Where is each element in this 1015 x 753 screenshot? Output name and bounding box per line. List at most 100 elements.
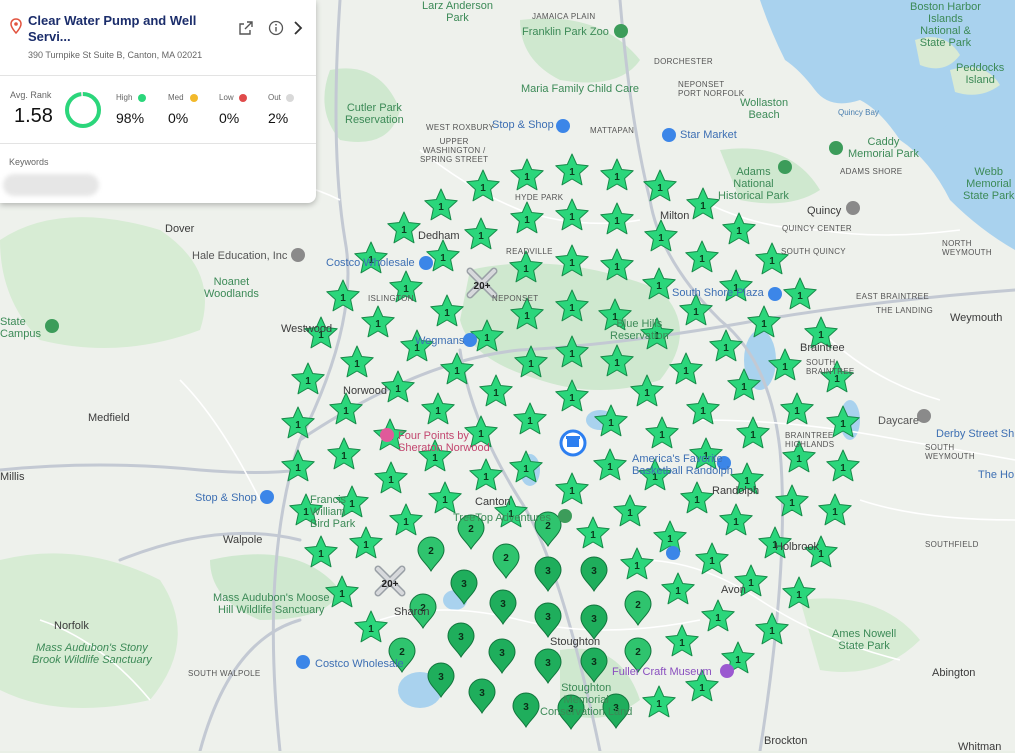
rank-star-value: 1	[318, 330, 324, 341]
rank-star-value: 1	[723, 343, 729, 354]
info-icon[interactable]	[268, 20, 284, 36]
rank-star-value: 1	[569, 486, 575, 497]
rank-star-value: 1	[569, 393, 575, 404]
daycare-icon	[917, 409, 931, 423]
rank-star-value: 1	[834, 374, 840, 385]
low-value: 0%	[219, 110, 240, 126]
rank-star-value: 1	[614, 358, 620, 369]
rank-star-value: 1	[480, 183, 486, 194]
rank-star-value: 1	[524, 311, 530, 322]
rank-star-value: 1	[523, 264, 529, 275]
shopping-cart-icon	[556, 119, 570, 133]
rank-star-value: 1	[659, 430, 665, 441]
rank-star-value: 1	[818, 330, 824, 341]
hotel-icon	[380, 428, 394, 442]
rank-star-value: 1	[368, 624, 374, 635]
rank-pin-value: 2	[635, 600, 641, 611]
rank-star-value: 1	[590, 530, 596, 541]
rank-star-value: 1	[484, 333, 490, 344]
rank-star-value: 1	[675, 586, 681, 597]
rank-star-value: 1	[438, 202, 444, 213]
rank-star-value: 1	[354, 359, 360, 370]
rank-pin-value: 3	[499, 648, 505, 659]
rank-star-value: 1	[614, 216, 620, 227]
rank-star-value: 1	[796, 590, 802, 601]
rank-star-value: 1	[656, 281, 662, 292]
rank-star-value: 1	[432, 453, 438, 464]
rank-star-value: 1	[478, 231, 484, 242]
rank-star-value: 1	[403, 284, 409, 295]
rank-star-value: 1	[612, 312, 618, 323]
rank-star-value: 1	[523, 464, 529, 475]
rank-pin-value: 3	[591, 566, 597, 577]
rank-star-value: 1	[840, 463, 846, 474]
rank-star-value: 1	[627, 508, 633, 519]
low-label: Low	[219, 93, 234, 102]
rank-star-value: 1	[403, 517, 409, 528]
location-pin-icon	[10, 18, 22, 34]
rank-star-value: 1	[644, 388, 650, 399]
high-dot-icon	[138, 94, 146, 102]
rank-star-value: 1	[440, 253, 446, 264]
shopping-icon	[768, 287, 782, 301]
rank-star-value: 1	[679, 638, 685, 649]
rank-pin-value: 3	[545, 566, 551, 577]
shopping-icon	[419, 256, 433, 270]
rank-star-value: 1	[796, 454, 802, 465]
rank-star-value: 1	[339, 589, 345, 600]
avg-rank-value: 1.58	[14, 105, 53, 127]
rank-star-value: 1	[715, 613, 721, 624]
school-icon	[291, 248, 305, 262]
external-link-icon[interactable]	[238, 20, 254, 36]
rank-star-value: 1	[735, 655, 741, 666]
rank-pin-value: 2	[635, 647, 641, 658]
rank-star-value: 1	[343, 406, 349, 417]
rank-star-value: 1	[414, 343, 420, 354]
med-label: Med	[168, 93, 184, 102]
rank-star-value: 1	[608, 418, 614, 429]
rank-pin-value: 2	[420, 603, 426, 614]
rank-star-value: 1	[761, 319, 767, 330]
high-value: 98%	[116, 110, 145, 126]
museum-icon	[720, 664, 734, 678]
rank-star-value: 1	[388, 475, 394, 486]
rank-star-value: 1	[444, 308, 450, 319]
rank-star-value: 1	[295, 463, 301, 474]
chevron-right-icon[interactable]	[290, 20, 306, 36]
card-divider	[0, 143, 316, 144]
rank-star-value: 1	[789, 498, 795, 509]
rank-star-value: 1	[782, 362, 788, 373]
rank-star-value: 1	[493, 388, 499, 399]
out-label: Out	[268, 93, 281, 102]
rank-star-value: 1	[634, 561, 640, 572]
zoo-icon	[614, 24, 628, 38]
rank-star-value: 1	[295, 420, 301, 431]
shopping-cart-icon	[463, 333, 477, 347]
rank-star-value: 1	[694, 495, 700, 506]
rank-star-value: 1	[569, 167, 575, 178]
shopping-icon	[666, 546, 680, 560]
rank-star-value: 1	[657, 183, 663, 194]
rank-star-value: 1	[478, 429, 484, 440]
shopping-icon	[717, 456, 731, 470]
rank-pin-value: 3	[461, 579, 467, 590]
rank-star-value: 1	[733, 517, 739, 528]
keywords-label: Keywords	[9, 157, 49, 167]
keyword-chip-blurred[interactable]	[3, 174, 99, 196]
rank-star-value: 1	[769, 256, 775, 267]
avg-rank-label: Avg. Rank	[10, 90, 52, 100]
rank-star-value: 1	[349, 499, 355, 510]
rank-star-value: 1	[700, 201, 706, 212]
rank-star-value: 1	[748, 578, 754, 589]
high-label: High	[116, 93, 133, 102]
rank-star-value: 1	[569, 303, 575, 314]
rank-pin-value: 3	[591, 614, 597, 625]
rank-pin-value: 2	[503, 553, 509, 564]
rank-star-value: 1	[614, 172, 620, 183]
rank-pin-value: 3	[523, 702, 529, 713]
rank-star-value: 1	[709, 556, 715, 567]
business-center-marker[interactable]	[559, 429, 587, 457]
rank-star-value: 1	[797, 291, 803, 302]
business-name[interactable]: Clear Water Pump and Well Servi...	[28, 13, 228, 45]
rank-star-value: 1	[693, 307, 699, 318]
